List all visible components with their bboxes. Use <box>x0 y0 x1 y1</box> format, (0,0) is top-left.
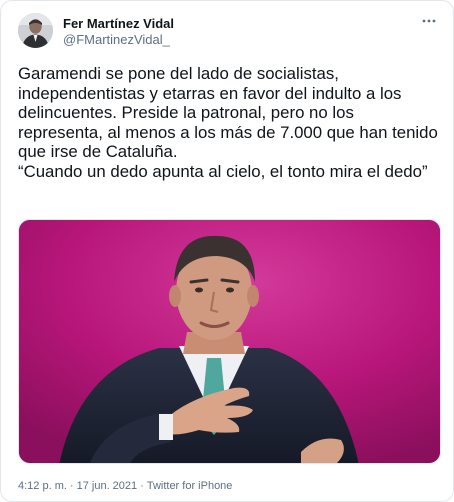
meta-separator: · <box>140 480 144 492</box>
author-name[interactable]: Fer Martínez Vidal <box>63 16 174 32</box>
tweet-source-link[interactable]: Twitter for iPhone <box>147 480 233 492</box>
tweet-metadata: 4:12 p. m. · 17 jun. 2021 · Twitter for iPho… <box>18 479 232 493</box>
tweet-card[interactable]: Fer Martínez Vidal @FMartinezVidal_ Gara… <box>0 0 454 502</box>
avatar-photo <box>18 13 53 48</box>
tweet-photo[interactable] <box>18 219 441 464</box>
tweet-date[interactable]: 17 jun. 2021 <box>77 480 138 492</box>
photo-speaker-illustration <box>19 220 440 463</box>
tweet-time[interactable]: 4:12 p. m. <box>18 480 67 492</box>
tweet-text: Garamendi se pone del lado de socialista… <box>18 64 438 181</box>
author-handle[interactable]: @FMartinezVidal_ <box>63 32 170 48</box>
more-horizontal-icon <box>422 19 436 23</box>
more-options-button[interactable] <box>417 11 441 31</box>
meta-separator: · <box>69 480 74 492</box>
avatar[interactable] <box>18 13 53 48</box>
